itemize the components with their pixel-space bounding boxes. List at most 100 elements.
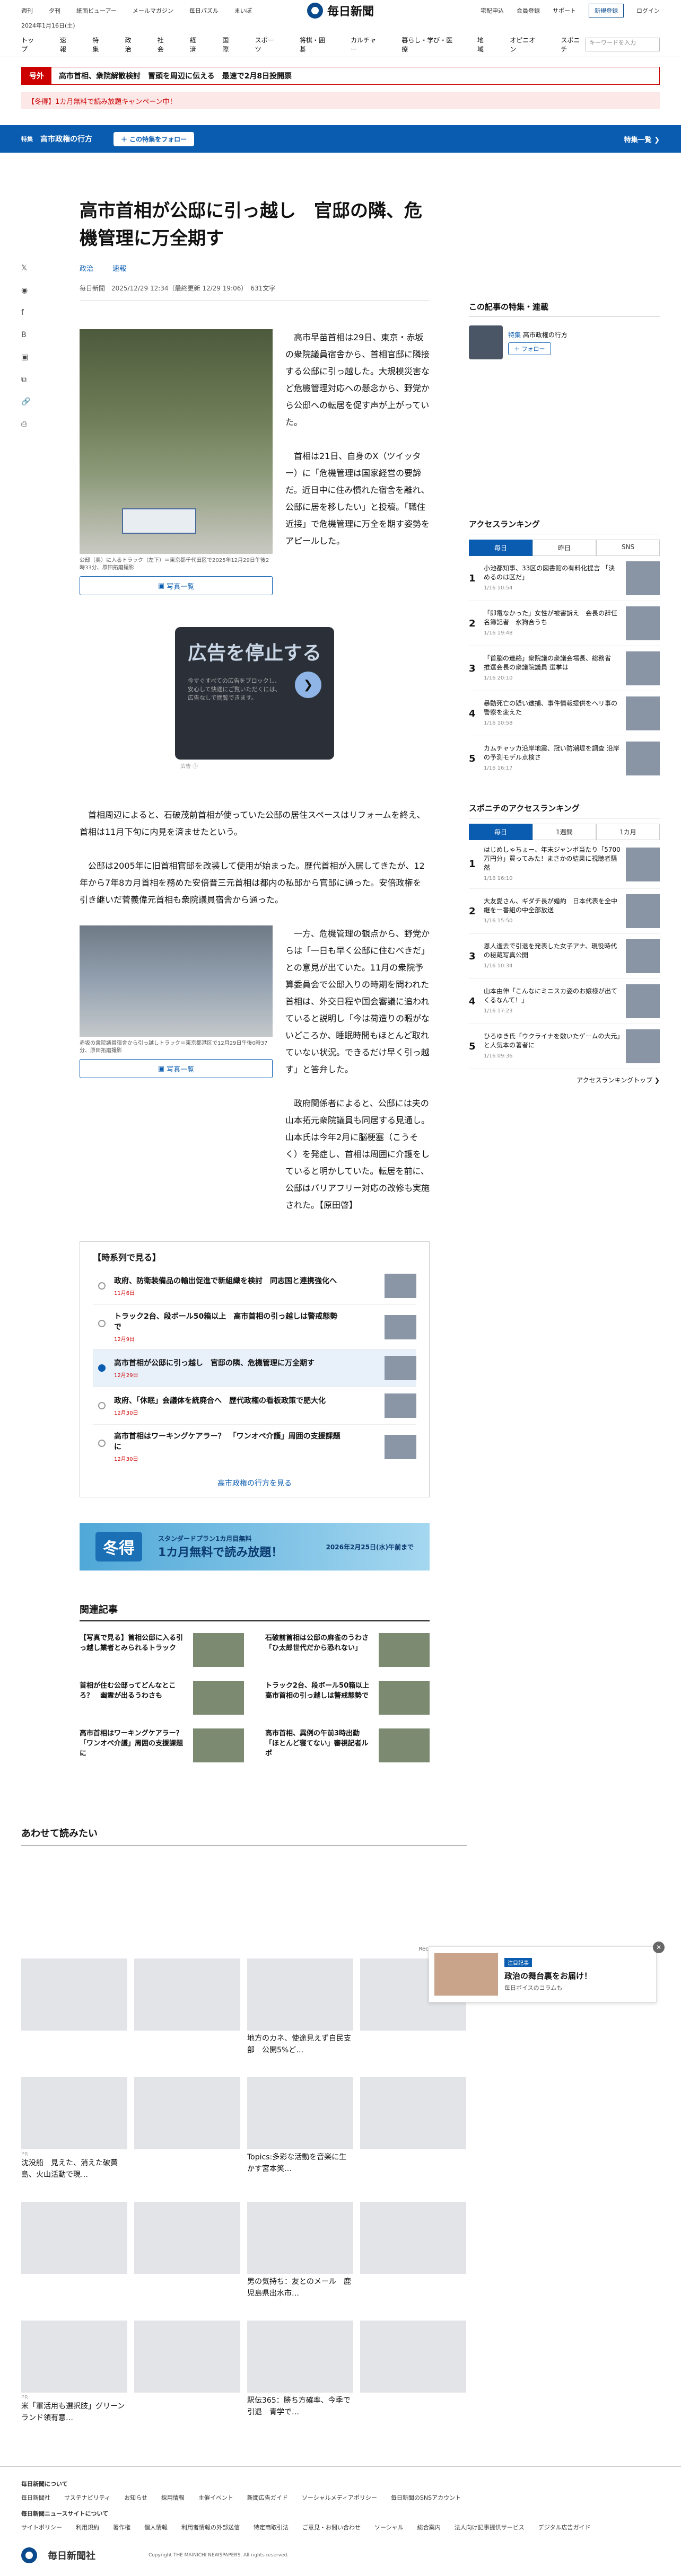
link-icon[interactable]: 🔗 — [21, 398, 30, 406]
series-card[interactable]: 特集 高市政権の行方 ＋ フォロー — [469, 325, 660, 359]
recommend-card[interactable]: Topics:多彩な活動を音楽に生かす宮本笑… — [247, 2077, 353, 2181]
timeline-item[interactable]: トラック2台、段ボール50箱以上 高市首相の引っ越しは警戒態勢で 12月9日 — [93, 1305, 416, 1349]
recommend-card[interactable] — [134, 2321, 240, 2424]
footer-link[interactable]: 毎日新聞社 — [21, 2493, 50, 2502]
footer-link[interactable]: 利用規約 — [76, 2523, 99, 2531]
hatena-share-icon[interactable]: ◉ — [21, 286, 30, 295]
related-item[interactable]: トラック2台、段ボール50箱以上 高市首相の引っ越しは警戒態勢で — [265, 1681, 430, 1715]
footer-link[interactable]: お知らせ — [124, 2493, 147, 2502]
top-link-maipo[interactable]: まいぽ — [234, 6, 252, 15]
ranking-item[interactable]: 5 カムチャッカ沿岸地震、冠い防潮堤を調査 沿岸の予測モデル点検さ 1/16 16:… — [469, 736, 660, 781]
recommend-card[interactable] — [21, 1959, 127, 2056]
search-input[interactable]: キーワードを入力 — [586, 37, 660, 51]
recommend-card[interactable]: 地方のカネ、使途見えず自民支部 公開5%ど… — [247, 1959, 353, 2056]
recommend-card[interactable] — [360, 2321, 466, 2424]
footer-link[interactable]: ご意見・お問い合わせ — [302, 2523, 361, 2531]
photo-list-button[interactable]: ▣ 写真一覧 — [80, 576, 273, 595]
ranking-item[interactable]: 4 山本由伸「こんなにミニスカ姿のお嬢様が出てくるなんて！」 1/16 17:23 — [469, 979, 660, 1024]
nav-item[interactable]: トップ — [21, 36, 40, 54]
floating-promo[interactable]: 注目記事 政治の舞台裏をお届け！ 毎日ボイスのコラムも ✕ — [429, 1942, 665, 2002]
top-link-puzzle[interactable]: 毎日パズル — [189, 6, 219, 15]
footer-link[interactable]: 法人向け記事提供サービス — [455, 2523, 525, 2531]
feature-title[interactable]: 高市政権の行方 — [40, 134, 92, 144]
ranking-item[interactable]: 3 恩人逝去で引退を発表した女子アナ、現役時代の秘蔵写真公開 1/16 10:34 — [469, 934, 660, 979]
nav-item[interactable]: 速報 — [60, 36, 72, 54]
recommend-card[interactable] — [134, 1959, 240, 2056]
footer-link[interactable]: 採用情報 — [161, 2493, 185, 2502]
close-icon[interactable]: ✕ — [653, 1942, 665, 1953]
related-item[interactable]: 高市首相、異例の午前3時出勤「ほとんど寝てない」審視記者ルポ — [265, 1728, 430, 1762]
ranking-tab-daily[interactable]: 毎日 — [469, 540, 532, 556]
top-link-viewer[interactable]: 紙面ビューアー — [76, 6, 117, 15]
ranking-tab-yesterday[interactable]: 昨日 — [532, 540, 596, 556]
footer-link[interactable]: 毎日新聞のSNSアカウント — [391, 2493, 461, 2502]
nav-item[interactable]: スポーツ — [255, 36, 280, 54]
footer-link[interactable]: ソーシャルメディアポリシー — [302, 2493, 377, 2502]
x-share-icon[interactable]: 𝕏 — [21, 264, 30, 272]
recommend-card[interactable] — [21, 2202, 127, 2299]
ranking-item[interactable]: 2 「即電なかった」女性が被害訴え 会長の辞任 名簿記者 氷狗合うち 1/16 19… — [469, 601, 660, 646]
campaign-banner[interactable]: 冬得 スタンダードプラン1カ月目無料 1カ月無料で読み放題！ 2026年2月25… — [80, 1523, 430, 1571]
related-item[interactable]: 高市首相はワーキングケアラー？ 「ワンオペ介護」周囲の支援課題に — [80, 1728, 244, 1762]
tag-politics[interactable]: 政治 — [80, 263, 93, 273]
top-link-support[interactable]: サポート — [553, 6, 576, 15]
footer-link[interactable]: 主催イベント — [198, 2493, 233, 2502]
footer-link[interactable]: サイトポリシー — [21, 2523, 62, 2531]
related-item[interactable]: 石破前首相は公邸の麻雀のうわさ「ひ太郎世代だから恐れない」 — [265, 1633, 430, 1667]
recommend-card[interactable] — [360, 2202, 466, 2299]
nav-item[interactable]: 将棋・囲碁 — [300, 36, 330, 54]
site-logo[interactable]: 毎日新聞 — [307, 2, 374, 19]
top-link-evening[interactable]: 夕刊 — [49, 6, 60, 15]
nav-item[interactable]: 暮らし・学び・医療 — [401, 36, 457, 54]
feature-list-link[interactable]: 特集一覧 ❯ — [624, 134, 660, 144]
sponichi-tab-daily[interactable]: 毎日 — [469, 824, 532, 840]
nav-item[interactable]: 国際 — [222, 36, 234, 54]
footer-link[interactable]: 新聞広告ガイド — [247, 2493, 288, 2502]
timeline-more-link[interactable]: 高市政権の行方を見る — [93, 1478, 416, 1488]
related-item[interactable]: 首相が住む公邸ってどんなところ？ 幽霊が出るうわさも — [80, 1681, 244, 1715]
ranking-item[interactable]: 4 暴動死亡の疑い逮捕、事件情報提供をヘリ事の警察を変えた 1/16 10:58 — [469, 691, 660, 736]
sponichi-tab-week[interactable]: 1週間 — [532, 824, 596, 840]
ranking-item[interactable]: 3 「首脳の連絡」衆院議の衆議会場長、総務省 推選会長の衆議院議員 選挙は 1/16… — [469, 646, 660, 691]
footer-link[interactable]: ソーシャル — [374, 2523, 404, 2531]
ranking-item[interactable]: 2 大友愛さん、ギダチ長が婚約 日本代表を全中継をー番組の中全部放送 1/16 15… — [469, 889, 660, 934]
copy-icon[interactable]: ⧉ — [21, 375, 30, 384]
facebook-share-icon[interactable]: f — [21, 308, 30, 317]
login-button[interactable]: ログイン — [636, 6, 660, 15]
recommend-card[interactable]: PR 米「軍活用も選択肢」グリーンランド領有意… — [21, 2321, 127, 2424]
top-link-register[interactable]: 会員登録 — [517, 6, 540, 15]
footer-link[interactable]: サステナビリティ — [64, 2493, 110, 2502]
ranking-item[interactable]: 1 はじめしゃちょー、年末ジャンボ当たり「5700万円分」買ってみた！まさかの結果… — [469, 840, 660, 889]
save-icon[interactable]: ▣ — [21, 353, 30, 361]
footer-link[interactable]: デジタル広告ガイド — [538, 2523, 591, 2531]
footer-link[interactable]: 総合案内 — [417, 2523, 441, 2531]
top-link-mail[interactable]: メールマガジン — [133, 6, 173, 15]
nav-item[interactable]: オピニオン — [510, 36, 540, 54]
chevron-right-icon[interactable]: ❯ — [295, 672, 321, 698]
recommend-card[interactable]: 駅伝365：勝ち方確率、今季で引退 青学で… — [247, 2321, 353, 2424]
top-link-delivery[interactable]: 宅配申込 — [481, 6, 504, 15]
timeline-item[interactable]: 高市首相が公邸に引っ越し 官邸の隣、危機管理に万全期す 12月29日 — [93, 1349, 416, 1387]
campaign-promo[interactable]: 【冬得】1カ月無料で読み放題キャンペーン中！ — [21, 92, 660, 109]
timeline-item[interactable]: 政府、防衛装備品の輸出促進で新組織を検討 同志国と連携強化へ 11月6日 — [93, 1267, 416, 1305]
photo-list-button[interactable]: ▣ 写真一覧 — [80, 1059, 273, 1078]
ranking-item[interactable]: 5 ひろゆき氏「ウクライナを敷いたゲームの大元」と人気本の著者に 1/16 09:3… — [469, 1024, 660, 1069]
nav-item[interactable]: スポニチ — [561, 36, 586, 54]
nav-item[interactable]: 地域 — [477, 36, 490, 54]
bookmark-share-icon[interactable]: B — [21, 331, 30, 339]
signup-button[interactable]: 新規登録 — [589, 4, 624, 17]
series-follow-button[interactable]: ＋ フォロー — [508, 342, 551, 355]
footer-link[interactable]: 個人情報 — [144, 2523, 168, 2531]
tag-breaking[interactable]: 速報 — [112, 263, 126, 273]
nav-item[interactable]: 政治 — [125, 36, 137, 54]
recommend-card[interactable]: 男の気持ち：友とのメール 鹿児島県出水市… — [247, 2202, 353, 2299]
breaking-news[interactable]: 号外 高市首相、衆院解散検討 冒頭を周辺に伝える 最速で2月8日投開票 — [21, 67, 660, 85]
article-photo[interactable] — [80, 329, 273, 554]
ranking-item[interactable]: 1 小池都知事、33区の図書館の有料化提言 「決めるのは区だ」 1/16 10:54 — [469, 556, 660, 601]
nav-item[interactable]: 特集 — [92, 36, 104, 54]
recommend-card[interactable]: PR 沈没船 見えた、消えた破黄島、火山活動で現… — [21, 2077, 127, 2181]
ranking-more-link[interactable]: アクセスランキングトップ ❯ — [469, 1075, 660, 1084]
ad-block[interactable]: 広告を停止する 今すぐすべての広告をブロックし、安心して快適にご覧いただくには、… — [175, 627, 334, 760]
related-item[interactable]: 【写真で見る】首相公邸に入る引っ越し業者とみられるトラック — [80, 1633, 244, 1667]
article-photo[interactable] — [80, 925, 273, 1037]
